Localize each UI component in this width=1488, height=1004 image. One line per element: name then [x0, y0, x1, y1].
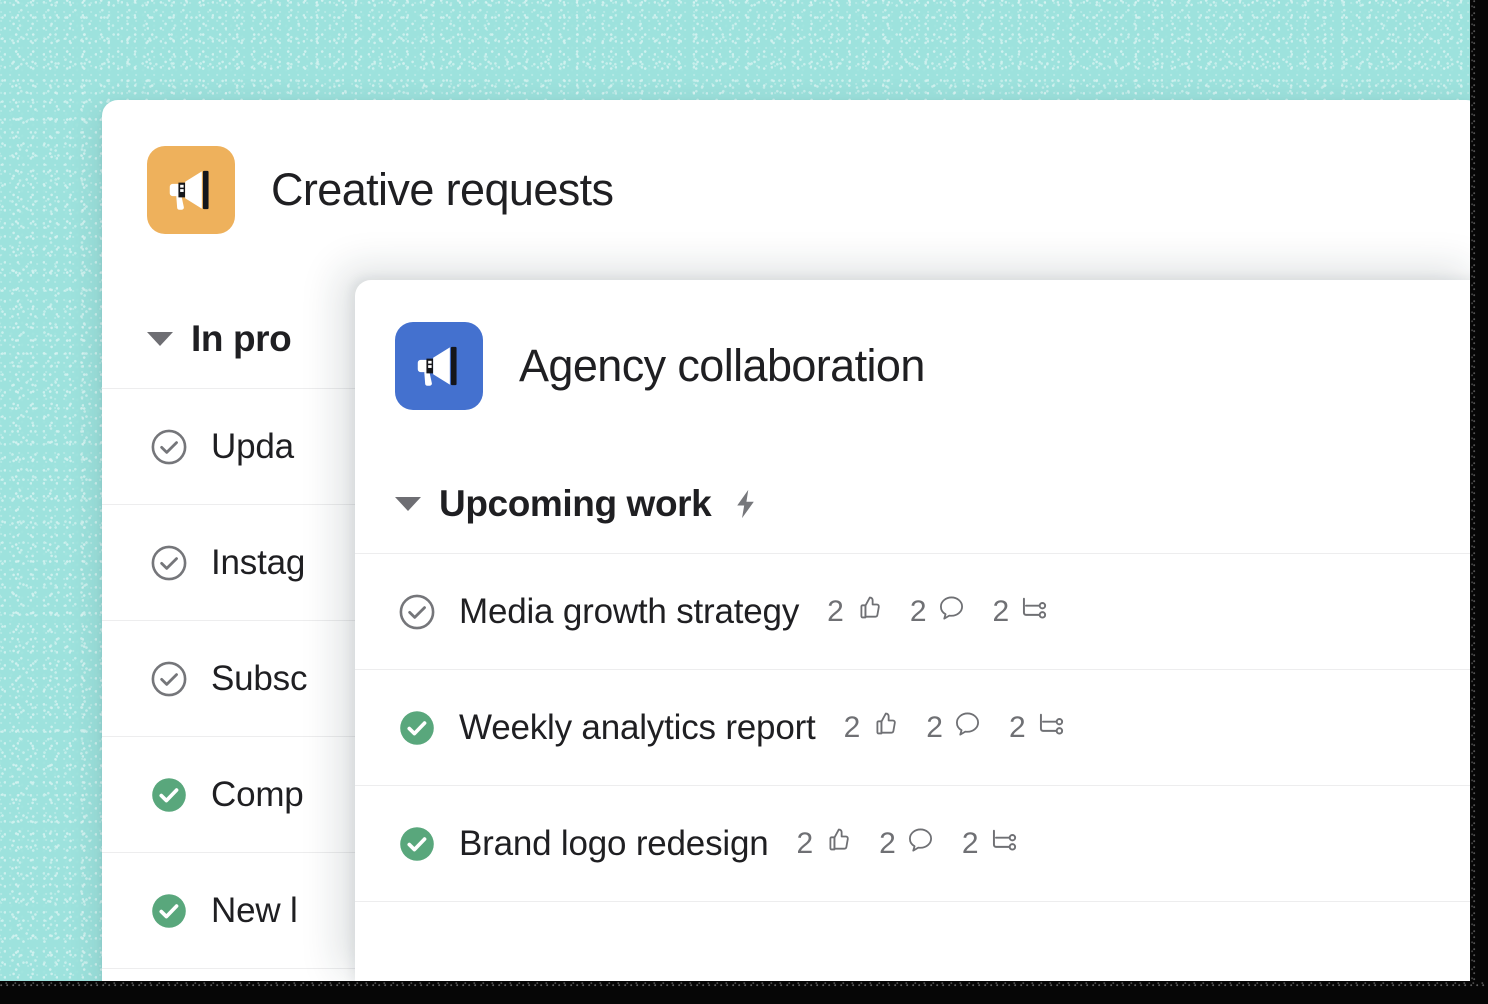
like-count-value: 2 — [827, 594, 844, 628]
subtask-count[interactable]: 2 — [962, 824, 1019, 863]
check-circle-filled-icon[interactable] — [395, 822, 439, 866]
task-name: Comp — [211, 774, 304, 814]
table-row[interactable]: Brand logo redesign 2 2 2 — [355, 786, 1485, 902]
task-name: New l — [211, 890, 298, 930]
subtask-count[interactable]: 2 — [993, 592, 1050, 631]
comment-bubble-icon[interactable] — [936, 592, 967, 631]
project-card-agency-collaboration[interactable]: Agency collaboration Upcoming work Media… — [355, 280, 1485, 985]
thumbs-up-icon[interactable] — [853, 592, 884, 631]
task-meta: 2 2 2 — [827, 592, 1049, 631]
screenshot-stage: Creative requests In pro Upda Instag Sub… — [0, 0, 1488, 1004]
page-title: Agency collaboration — [519, 340, 925, 391]
thumbs-up-icon[interactable] — [869, 708, 900, 747]
task-name: Brand logo redesign — [459, 823, 769, 863]
subtask-count[interactable]: 2 — [1009, 708, 1066, 747]
comment-bubble-icon[interactable] — [952, 708, 983, 747]
table-row[interactable]: Media growth strategy 2 2 2 — [355, 554, 1485, 670]
section-title: Upcoming work — [439, 482, 712, 524]
check-circle-filled-icon[interactable] — [147, 773, 191, 817]
comment-count-value: 2 — [926, 710, 943, 744]
like-count-value: 2 — [843, 710, 861, 744]
lightning-bolt-icon — [729, 485, 763, 523]
like-count[interactable]: 2 — [844, 708, 901, 747]
comment-count[interactable]: 2 — [910, 592, 967, 631]
front-card-task-list: Upcoming work Media growth strategy 2 2 … — [355, 454, 1485, 902]
section-title: In pro — [191, 317, 292, 359]
front-card-header: Agency collaboration — [355, 280, 1485, 410]
thumbs-up-icon[interactable] — [822, 824, 853, 863]
frame-edge-right — [1470, 0, 1488, 1004]
check-circle-outline-icon[interactable] — [147, 541, 191, 585]
task-name: Subsc — [211, 658, 308, 698]
task-meta: 2 2 2 — [796, 824, 1018, 863]
page-title: Creative requests — [271, 164, 614, 215]
comment-bubble-icon[interactable] — [905, 824, 936, 863]
subtask-count-value: 2 — [961, 826, 979, 860]
check-circle-filled-icon[interactable] — [147, 889, 191, 933]
megaphone-icon — [147, 146, 235, 234]
task-name: Upda — [211, 426, 294, 466]
megaphone-icon — [395, 322, 483, 410]
check-circle-outline-icon[interactable] — [147, 657, 191, 701]
table-row[interactable]: Weekly analytics report 2 2 2 — [355, 670, 1485, 786]
comment-count-value: 2 — [909, 594, 927, 628]
caret-down-icon[interactable] — [147, 331, 173, 346]
like-count[interactable]: 2 — [796, 824, 853, 863]
comment-count[interactable]: 2 — [926, 708, 983, 747]
subtask-branch-icon[interactable] — [988, 824, 1019, 863]
check-circle-filled-icon[interactable] — [395, 706, 439, 750]
subtask-branch-icon[interactable] — [1018, 592, 1049, 631]
subtask-branch-icon[interactable] — [1035, 708, 1066, 747]
like-count[interactable]: 2 — [827, 592, 884, 631]
comment-count-value: 2 — [879, 826, 896, 860]
check-circle-outline-icon[interactable] — [395, 590, 439, 634]
task-name: Media growth strategy — [459, 591, 800, 631]
back-card-header: Creative requests — [102, 100, 1482, 234]
check-circle-outline-icon[interactable] — [147, 425, 191, 469]
caret-down-icon[interactable] — [395, 496, 421, 511]
task-meta: 2 2 2 — [844, 708, 1066, 747]
task-name: Instag — [211, 542, 306, 582]
section-header-upcoming-work[interactable]: Upcoming work — [355, 454, 1485, 554]
subtask-count-value: 2 — [992, 594, 1010, 628]
task-name: Weekly analytics report — [459, 707, 816, 747]
comment-count[interactable]: 2 — [879, 824, 936, 863]
like-count-value: 2 — [796, 826, 814, 860]
frame-edge-bottom — [0, 981, 1488, 1004]
subtask-count-value: 2 — [1008, 710, 1026, 744]
